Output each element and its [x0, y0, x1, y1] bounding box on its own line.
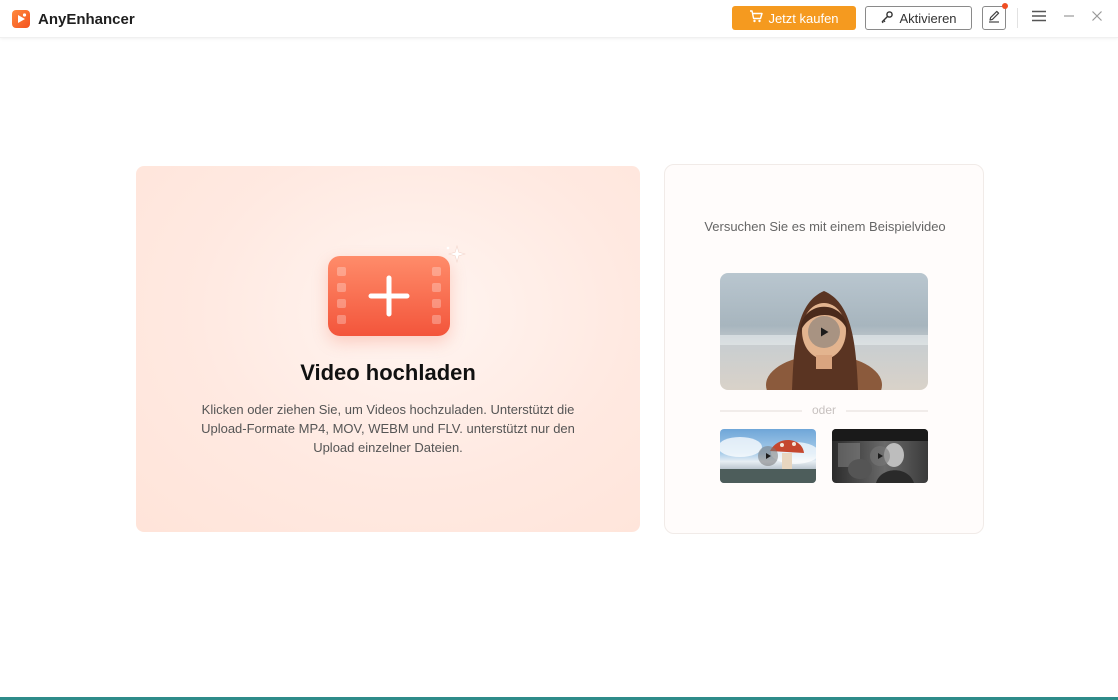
- or-separator: oder: [720, 403, 928, 419]
- sample-video-main[interactable]: [720, 273, 928, 390]
- sample-video-thumb-2[interactable]: [832, 429, 928, 483]
- sample-videos-panel: Versuchen Sie es mit einem Beispielvideo…: [664, 164, 984, 534]
- buy-now-label: Jetzt kaufen: [768, 10, 839, 26]
- title-bar: AnyEnhancer Jetzt kaufen Aktivieren: [0, 0, 1118, 38]
- cart-icon: [749, 10, 764, 26]
- play-icon: [758, 446, 778, 466]
- video-add-icon: [328, 256, 450, 336]
- upload-dropzone[interactable]: Video hochladen Klicken oder ziehen Sie,…: [136, 166, 640, 532]
- or-label: oder: [811, 403, 837, 417]
- close-icon: [1091, 9, 1103, 27]
- play-icon: [870, 446, 890, 466]
- sample-heading: Versuchen Sie es mit einem Beispielvideo: [704, 219, 946, 234]
- sample-video-thumb-1[interactable]: [720, 429, 816, 483]
- upload-title: Video hochladen: [300, 360, 476, 385]
- app-logo-icon: [12, 10, 30, 28]
- buy-now-button[interactable]: Jetzt kaufen: [732, 6, 856, 30]
- play-icon: [808, 316, 840, 348]
- activate-label: Aktivieren: [899, 10, 957, 26]
- menu-icon: [1031, 9, 1047, 27]
- upload-description: Klicken oder ziehen Sie, um Videos hochz…: [201, 402, 575, 455]
- toolbar-divider: [1017, 8, 1018, 28]
- key-icon: [880, 10, 894, 27]
- minimize-button[interactable]: [1059, 9, 1079, 27]
- feedback-button[interactable]: [982, 6, 1006, 30]
- menu-button[interactable]: [1029, 9, 1049, 27]
- notification-dot: [1002, 3, 1008, 9]
- sparkle-icon: [444, 244, 467, 271]
- activate-button[interactable]: Aktivieren: [865, 6, 972, 30]
- feedback-pen-icon: [987, 9, 1001, 28]
- minimize-icon: [1063, 9, 1075, 27]
- close-button[interactable]: [1087, 9, 1107, 27]
- app-title: AnyEnhancer: [38, 11, 135, 28]
